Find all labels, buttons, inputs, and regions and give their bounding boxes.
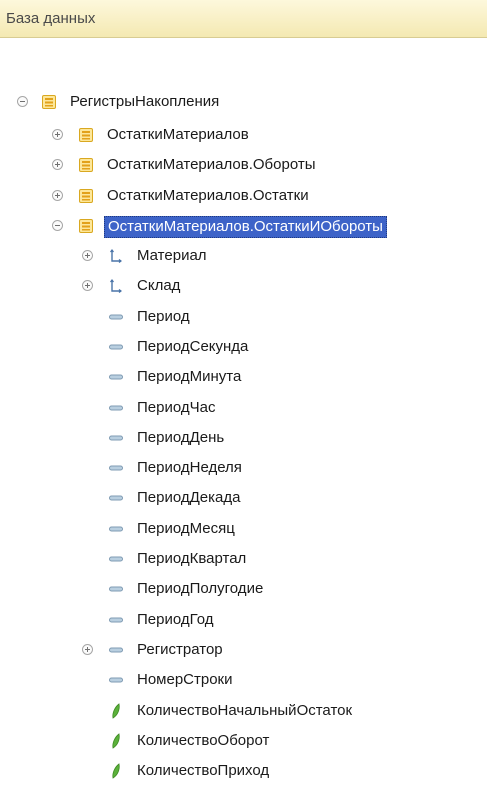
tree-item[interactable]: ПериодДень [0,425,487,451]
tree-item-label: КоличествоПриход [137,762,270,780]
field-icon [108,460,124,476]
dimension-icon [108,248,124,264]
tree-item-label: ПериодМесяц [137,519,235,537]
register-icon [78,157,94,173]
tree-item-label: ПериодКвартал [137,550,247,567]
database-tree-panel: База данных РегистрыНакопления ОстаткиМат… [0,0,487,792]
tree-item-label: ПериодЧас [137,398,216,416]
tree-item[interactable]: КоличествоНачальныйОстаток [0,698,487,724]
tree-item[interactable]: КоличествоОборот [0,728,487,754]
tree-item-label: ОстаткиМатериалов.Обороты [107,156,316,174]
tree-item[interactable]: ПериодМинута [0,364,487,390]
tree-item[interactable]: ОстаткиМатериалов.Остатки [0,183,487,209]
tree-item[interactable]: ПериодДекада [0,485,487,511]
expand-icon[interactable] [82,643,93,655]
panel-header: База данных [0,0,487,38]
tree-item[interactable]: ОстаткиМатериалов [0,122,487,148]
tree-item-label: ПериодСекунда [137,337,249,355]
field-icon [108,490,124,506]
tree-item-label: ПериодПолугодие [137,580,264,598]
resource-icon [108,702,124,719]
tree-item[interactable]: КоличествоПриход [0,758,487,784]
tree-item-label: ПериодДекада [137,489,241,507]
tree-item-label: КоличествоНачальныйОстаток [137,701,353,719]
field-icon [108,309,124,325]
field-icon [108,400,124,416]
register-icon [78,127,94,143]
field-icon [108,581,124,597]
expand-icon[interactable] [52,159,63,171]
tree-item[interactable]: ПериодНеделя [0,455,487,481]
tree-item-label: ОстаткиМатериалов [107,126,249,143]
tree-item[interactable]: Период [0,304,487,330]
collapse-icon[interactable] [17,96,28,107]
field-icon [108,339,124,355]
tree-item[interactable]: КоличествоРасход [0,788,487,792]
tree-item-label: ПериодМинута [137,368,242,386]
tree-item[interactable]: ПериодКвартал [0,546,487,572]
tree-item-label: Период [137,307,190,325]
expand-icon[interactable] [52,189,63,201]
tree-item-label: Материал [137,247,207,264]
tree-item[interactable]: ПериодПолугодие [0,576,487,602]
field-icon [108,551,124,567]
tree-item-label: ПериодГод [137,610,214,628]
tree-item-label: Регистратор [137,640,223,658]
tree-item-label: ПериодДень [137,428,225,446]
expand-icon[interactable] [82,280,93,292]
tree-item[interactable]: НомерСтроки [0,667,487,693]
panel-title: База данных [6,10,96,27]
collapse-icon[interactable] [52,219,63,231]
tree-item[interactable]: ПериодЧас [0,395,487,421]
field-icon [108,612,124,628]
tree-item[interactable]: ОстаткиМатериалов.ОстаткиИОбороты [0,213,487,239]
tree-item[interactable]: Регистратор [0,637,487,663]
tree-item[interactable]: ПериодСекунда [0,334,487,360]
field-icon [108,430,124,446]
tree-item-label: РегистрыНакопления [70,93,220,110]
field-icon [108,642,124,658]
tree-item-label: ПериодНеделя [137,459,242,477]
register-icon [78,218,94,234]
tree-item[interactable]: ПериодГод [0,607,487,633]
selected-tree-label: ОстаткиМатериалов.ОстаткиИОбороты [104,215,387,238]
tree-item[interactable]: Склад [0,273,487,299]
expand-icon[interactable] [52,129,63,140]
tree-item[interactable]: РегистрыНакопления [0,89,487,115]
resource-icon [108,733,124,749]
register-folder-icon [41,94,57,110]
register-icon [78,188,94,204]
tree-item-label: Склад [137,277,181,295]
field-icon [108,369,124,385]
dimension-icon [108,278,124,294]
tree-item-label: НомерСтроки [137,671,233,689]
expand-icon[interactable] [82,250,93,261]
tree-item[interactable]: ОстаткиМатериалов.Обороты [0,152,487,178]
field-icon [108,672,124,688]
field-icon [108,521,124,537]
tree-item[interactable]: ПериодМесяц [0,516,487,542]
tree-item[interactable]: Материал [0,243,487,269]
resource-icon [108,763,124,779]
tree-item-label: ОстаткиМатериалов.Остатки [107,186,309,204]
tree-item-label: КоличествоОборот [137,731,270,749]
